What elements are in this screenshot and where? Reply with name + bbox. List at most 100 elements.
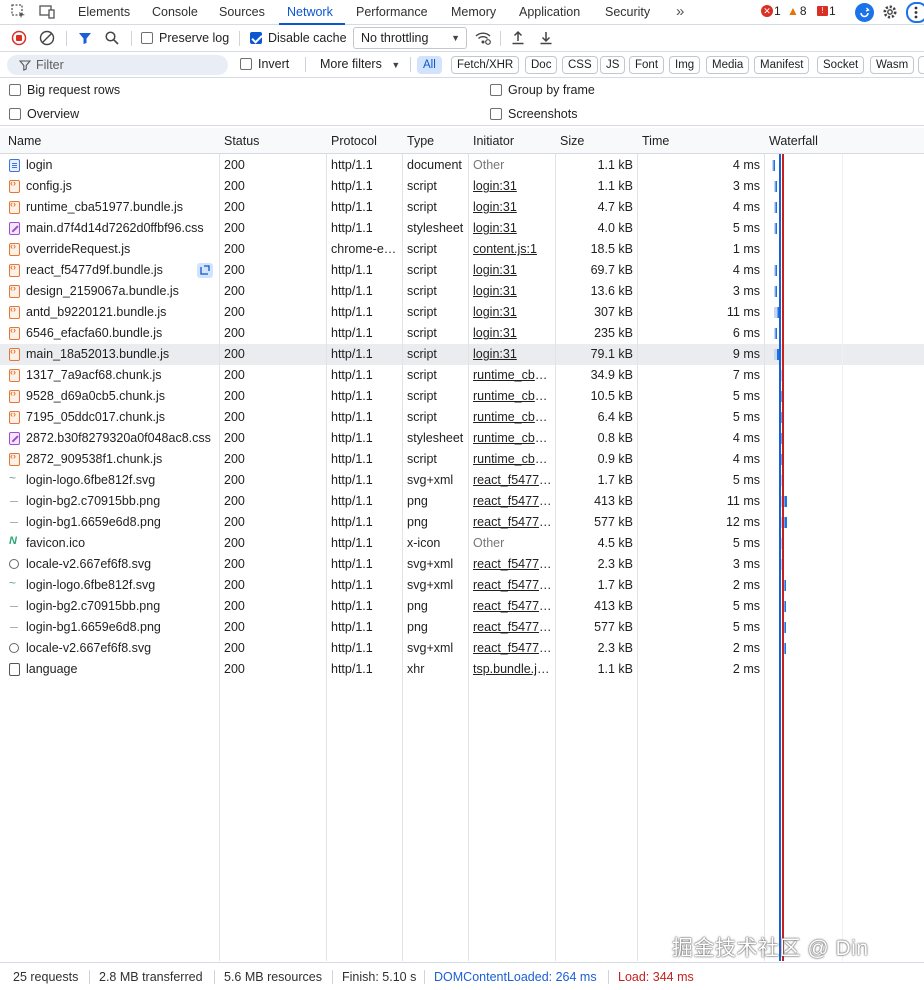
overview-checkbox[interactable] [9, 108, 21, 120]
cell-initiator[interactable]: react_f5477d9f.bundle.js [473, 512, 553, 533]
cell-initiator[interactable]: react_f5477d9f.bundle.js [473, 638, 553, 659]
more-options-icon[interactable] [906, 2, 924, 23]
chip-font[interactable]: Font [629, 56, 665, 74]
filter-funnel-icon[interactable] [77, 30, 93, 46]
screenshots-checkbox[interactable] [490, 108, 502, 120]
tab-elements[interactable]: Elements [78, 0, 130, 25]
table-row[interactable]: 2872.b30f8279320a0f048ac8.css 200 http/1.1… [0, 428, 924, 449]
network-conditions-wifi-icon[interactable] [474, 30, 492, 46]
table-row[interactable]: 9528_d69a0cb5.chunk.js 200 http/1.1 script r… [0, 386, 924, 407]
waterfall-bar[interactable] [774, 286, 778, 297]
table-row[interactable]: login-bg2.c70915bb.png 200 http/1.1 png reac… [0, 596, 924, 617]
table-row[interactable]: 2872_909538f1.chunk.js 200 http/1.1 script r… [0, 449, 924, 470]
chip-other-overflow[interactable] [918, 56, 924, 74]
table-row[interactable]: 6546_efacfa60.bundle.js 200 http/1.1 script… [0, 323, 924, 344]
table-row[interactable]: locale-v2.667ef6f8.svg 200 http/1.1 svg+xml… [0, 554, 924, 575]
tab-performance[interactable]: Performance [356, 0, 428, 25]
chip-socket[interactable]: Socket [817, 56, 865, 74]
extension-icon[interactable] [855, 3, 874, 22]
search-icon[interactable] [104, 30, 120, 46]
table-row[interactable]: overrideRequest.js 200 chrome-extension scr… [0, 239, 924, 260]
cell-initiator[interactable]: runtime_cba51977.bundle.js [473, 449, 553, 470]
table-row[interactable]: login-logo.6fbe812f.svg 200 http/1.1 svg+xm… [0, 575, 924, 596]
cell-initiator[interactable]: login:31 [473, 302, 553, 323]
column-header-time[interactable]: Time [642, 128, 669, 154]
cell-initiator[interactable]: login:31 [473, 281, 553, 302]
table-row[interactable]: 7195_05ddc017.chunk.js 200 http/1.1 script r… [0, 407, 924, 428]
tab-memory[interactable]: Memory [451, 0, 496, 25]
cell-initiator[interactable]: runtime_cba51977.bundle.js [473, 407, 553, 428]
table-row[interactable]: main_18a52013.bundle.js 200 http/1.1 script… [0, 344, 924, 365]
chip-fetch-xhr[interactable]: Fetch/XHR [451, 56, 520, 74]
table-row[interactable]: login-bg1.6659e6d8.png 200 http/1.1 png reac… [0, 512, 924, 533]
import-har-upload-icon[interactable] [510, 30, 526, 46]
tab-security[interactable]: Security [605, 0, 650, 25]
table-row[interactable]: login-bg1.6659e6d8.png 200 http/1.1 png reac… [0, 617, 924, 638]
group-by-frame-checkbox[interactable] [490, 84, 502, 96]
table-row[interactable]: login-logo.6fbe812f.svg 200 http/1.1 svg+xm… [0, 470, 924, 491]
table-row[interactable]: runtime_cba51977.bundle.js 200 http/1.1 scr… [0, 197, 924, 218]
cell-initiator[interactable]: runtime_cba51977.bundle.js [473, 428, 553, 449]
table-row[interactable]: config.js 200 http/1.1 script login:31 1.1 kB… [0, 176, 924, 197]
waterfall-bar[interactable] [774, 181, 778, 192]
chip-img[interactable]: Img [669, 56, 701, 74]
more-filters-button[interactable]: More filters ▼ [320, 57, 400, 71]
chip-wasm[interactable]: Wasm [870, 56, 915, 74]
column-header-size[interactable]: Size [560, 128, 584, 154]
table-row[interactable]: design_2159067a.bundle.js 200 http/1.1 scri… [0, 281, 924, 302]
throttling-select[interactable]: No throttling ▼ [353, 27, 467, 49]
cell-initiator[interactable]: react_f5477d9f.bundle.js [473, 491, 553, 512]
invert-checkbox[interactable] [240, 58, 252, 70]
cell-initiator[interactable]: react_f5477d9f.bundle.js [473, 617, 553, 638]
export-har-download-icon[interactable] [538, 30, 554, 46]
preserve-log-checkbox[interactable] [141, 32, 153, 44]
warnings-badge[interactable]: ▲ 8 [787, 4, 807, 18]
inspect-element-icon[interactable] [10, 3, 28, 21]
issues-badge[interactable]: ! 1 [817, 4, 836, 18]
cell-initiator[interactable]: login:31 [473, 197, 553, 218]
filter-input[interactable]: Filter [7, 55, 228, 75]
big-request-rows-checkbox[interactable] [9, 84, 21, 96]
table-row[interactable]: antd_b9220121.bundle.js 200 http/1.1 script… [0, 302, 924, 323]
waterfall-bar[interactable] [774, 202, 778, 213]
table-row[interactable]: language 200 http/1.1 xhr tsp.bundle.js:1 1.1… [0, 659, 924, 680]
table-row[interactable]: login-bg2.c70915bb.png 200 http/1.1 png reac… [0, 491, 924, 512]
override-content-icon[interactable] [197, 263, 213, 278]
chip-doc[interactable]: Doc [525, 56, 558, 74]
table-row[interactable]: react_f5477d9f.bundle.js 200 http/1.1 scrip… [0, 260, 924, 281]
waterfall-bar[interactable] [774, 265, 778, 276]
record-stop-icon[interactable] [11, 30, 27, 46]
cell-initiator[interactable]: content.js:1 [473, 239, 553, 260]
table-row[interactable]: favicon.ico 200 http/1.1 x-icon Other 4.5 kB 5… [0, 533, 924, 554]
device-toolbar-icon[interactable] [38, 3, 56, 21]
chip-js[interactable]: JS [600, 56, 626, 74]
table-row[interactable]: 1317_7a9acf68.chunk.js 200 http/1.1 script r… [0, 365, 924, 386]
table-row[interactable]: main.d7f4d14d7262d0ffbf96.css 200 http/1.1… [0, 218, 924, 239]
cell-initiator[interactable]: tsp.bundle.js:1 [473, 659, 553, 680]
cell-initiator[interactable]: login:31 [473, 344, 553, 365]
waterfall-bar[interactable] [774, 328, 778, 339]
disable-cache-checkbox[interactable] [250, 32, 262, 44]
cell-initiator[interactable]: react_f5477d9f.bundle.js [473, 596, 553, 617]
chip-manifest[interactable]: Manifest [754, 56, 810, 74]
waterfall-bar[interactable] [774, 223, 778, 234]
waterfall-bar[interactable] [774, 349, 779, 360]
cell-initiator[interactable]: login:31 [473, 176, 553, 197]
cell-initiator[interactable]: runtime_cba51977.bundle.js [473, 365, 553, 386]
errors-badge[interactable]: ✕ 1 [761, 4, 781, 18]
column-header-status[interactable]: Status [224, 128, 259, 154]
tab-application[interactable]: Application [519, 0, 580, 25]
column-header-waterfall[interactable]: Waterfall [769, 128, 818, 154]
tab-sources[interactable]: Sources [219, 0, 265, 25]
cell-initiator[interactable]: login:31 [473, 218, 553, 239]
cell-initiator[interactable]: react_f5477d9f.bundle.js [473, 575, 553, 596]
chip-css[interactable]: CSS [562, 56, 598, 74]
cell-initiator[interactable]: login:31 [473, 323, 553, 344]
chip-media[interactable]: Media [706, 56, 750, 74]
cell-initiator[interactable]: runtime_cba51977.bundle.js [473, 386, 553, 407]
column-header-type[interactable]: Type [407, 128, 434, 154]
cell-initiator[interactable]: react_f5477d9f.bundle.js [473, 554, 553, 575]
chip-all[interactable]: All [417, 56, 442, 74]
column-header-initiator[interactable]: Initiator [473, 128, 514, 154]
settings-gear-icon[interactable] [881, 3, 899, 21]
